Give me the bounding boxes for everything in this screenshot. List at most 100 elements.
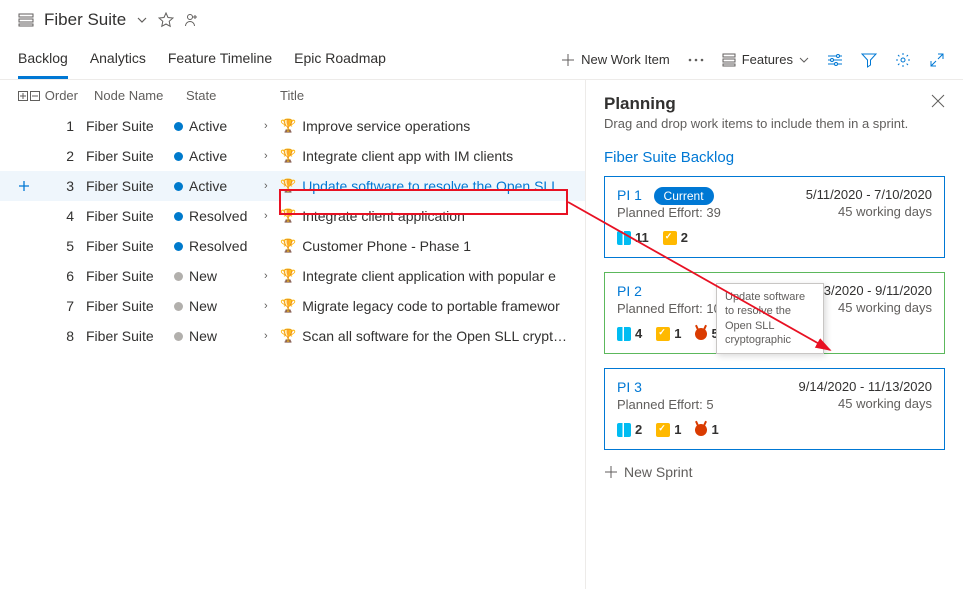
row-title[interactable]: Scan all software for the Open SLL crypt… xyxy=(302,328,567,344)
filter-icon[interactable] xyxy=(861,52,877,68)
row-state: New xyxy=(174,268,264,284)
row-node: Fiber Suite xyxy=(86,268,174,284)
chevron-down-icon[interactable] xyxy=(136,14,148,26)
row-order: 3 xyxy=(40,178,86,194)
feature-icon: 🏆 xyxy=(280,298,296,314)
table-row[interactable]: 7 Fiber Suite New › 🏆 Migrate legacy cod… xyxy=(0,291,585,321)
table-row[interactable]: 4 Fiber Suite Resolved › 🏆 Integrate cli… xyxy=(0,201,585,231)
sprint-dates: 9/14/2020 - 11/13/2020 xyxy=(799,379,933,394)
row-state: Active xyxy=(174,178,264,194)
drag-preview: Update software to resolve the Open SLL … xyxy=(716,283,824,354)
sprint-effort: Planned Effort: 10 xyxy=(617,301,721,316)
chevron-right-icon[interactable]: › xyxy=(264,150,274,162)
sprint-name[interactable]: PI 2 xyxy=(617,283,642,299)
row-title[interactable]: Integrate client application xyxy=(302,208,465,224)
feature-icon: 🏆 xyxy=(280,118,296,134)
sprint-card[interactable]: PI 3 Planned Effort: 5 9/14/2020 - 11/13… xyxy=(604,368,945,450)
collapse-all-icon[interactable] xyxy=(30,91,40,101)
row-state: Active xyxy=(174,118,264,134)
features-label: Features xyxy=(742,52,793,67)
sprint-name[interactable]: PI 1 xyxy=(617,187,642,203)
col-order[interactable]: Order xyxy=(44,88,90,103)
more-icon[interactable] xyxy=(688,58,704,62)
table-row[interactable]: 2 Fiber Suite Active › 🏆 Integrate clien… xyxy=(0,141,585,171)
chevron-down-icon xyxy=(799,55,809,65)
tab-epic-roadmap[interactable]: Epic Roadmap xyxy=(294,40,386,79)
bug-count-icon xyxy=(695,328,707,340)
feature-count-icon xyxy=(617,423,631,437)
feature-icon: 🏆 xyxy=(280,148,296,164)
chevron-right-icon[interactable]: › xyxy=(264,300,274,312)
settings-sliders-icon[interactable] xyxy=(827,52,843,68)
sprint-effort: Planned Effort: 5 xyxy=(617,397,714,412)
table-row[interactable]: 6 Fiber Suite New › 🏆 Integrate client a… xyxy=(0,261,585,291)
row-title[interactable]: Update software to resolve the Open SLL xyxy=(302,178,559,194)
column-headers: Order Node Name State Title xyxy=(0,80,585,111)
row-order: 8 xyxy=(40,328,86,344)
feature-count-icon xyxy=(617,231,631,245)
backlog-link[interactable]: Fiber Suite Backlog xyxy=(604,149,945,166)
table-row[interactable]: 5 Fiber Suite Resolved 🏆 Customer Phone … xyxy=(0,231,585,261)
backlog-grid: Order Node Name State Title 1 Fiber Suit… xyxy=(0,80,585,589)
chevron-right-icon[interactable]: › xyxy=(264,180,274,192)
row-state: Resolved xyxy=(174,238,264,254)
new-sprint-button[interactable]: New Sprint xyxy=(604,464,945,480)
chevron-right-icon[interactable]: › xyxy=(264,270,274,282)
tab-feature-timeline[interactable]: Feature Timeline xyxy=(168,40,272,79)
page-title: Fiber Suite xyxy=(44,10,126,30)
row-order: 4 xyxy=(40,208,86,224)
table-row[interactable]: 1 Fiber Suite Active › 🏆 Improve service… xyxy=(0,111,585,141)
plus-icon xyxy=(561,53,575,67)
expand-all-icon[interactable] xyxy=(18,91,28,101)
star-icon[interactable] xyxy=(158,12,174,28)
feature-icon: 🏆 xyxy=(280,208,296,224)
tab-analytics[interactable]: Analytics xyxy=(90,40,146,79)
sprint-dates: 7/13/2020 - 9/11/2020 xyxy=(806,283,932,298)
col-node[interactable]: Node Name xyxy=(94,88,182,103)
sprint-days: 45 working days xyxy=(799,396,933,411)
sprint-name[interactable]: PI 3 xyxy=(617,379,642,395)
sprint-effort: Planned Effort: 39 xyxy=(617,205,721,220)
row-node: Fiber Suite xyxy=(86,328,174,344)
chevron-right-icon[interactable]: › xyxy=(264,210,274,222)
fullscreen-icon[interactable] xyxy=(929,52,945,68)
task-count-icon xyxy=(656,327,670,341)
row-order: 5 xyxy=(40,238,86,254)
row-title[interactable]: Customer Phone - Phase 1 xyxy=(302,238,471,254)
row-title[interactable]: Integrate client app with IM clients xyxy=(302,148,513,164)
row-title[interactable]: Integrate client application with popula… xyxy=(302,268,556,284)
table-row[interactable]: 3 Fiber Suite Active › 🏆 Update software… xyxy=(0,171,585,201)
feature-icon: 🏆 xyxy=(280,178,296,194)
bug-count-icon xyxy=(695,424,707,436)
table-row[interactable]: 8 Fiber Suite New › 🏆 Scan all software … xyxy=(0,321,585,351)
new-sprint-label: New Sprint xyxy=(624,464,692,480)
col-state[interactable]: State xyxy=(186,88,276,103)
sprint-card[interactable]: PI 1 Current Planned Effort: 39 5/11/202… xyxy=(604,176,945,258)
tab-backlog[interactable]: Backlog xyxy=(18,40,68,79)
people-icon[interactable] xyxy=(184,12,200,28)
page-header: Fiber Suite xyxy=(0,0,963,40)
new-work-item-label: New Work Item xyxy=(581,52,670,67)
feature-count-icon xyxy=(617,327,631,341)
row-node: Fiber Suite xyxy=(86,208,174,224)
feature-icon: 🏆 xyxy=(280,268,296,284)
plus-icon xyxy=(604,465,618,479)
feature-icon: 🏆 xyxy=(280,328,296,344)
row-title[interactable]: Migrate legacy code to portable framewor xyxy=(302,298,560,314)
sprint-dates: 5/11/2020 - 7/10/2020 xyxy=(806,187,932,202)
row-node: Fiber Suite xyxy=(86,238,174,254)
chevron-right-icon[interactable]: › xyxy=(264,120,274,132)
row-node: Fiber Suite xyxy=(86,118,174,134)
sprint-counts: 211 xyxy=(617,422,932,437)
row-title[interactable]: Improve service operations xyxy=(302,118,470,134)
gear-icon[interactable] xyxy=(895,52,911,68)
col-title[interactable]: Title xyxy=(280,88,567,103)
planning-panel: Planning Drag and drop work items to inc… xyxy=(585,80,963,589)
feature-icon: 🏆 xyxy=(280,238,296,254)
close-icon[interactable] xyxy=(931,94,945,108)
new-work-item-button[interactable]: New Work Item xyxy=(561,52,670,67)
current-badge: Current xyxy=(654,187,714,205)
chevron-right-icon[interactable]: › xyxy=(264,330,274,342)
sprint-card[interactable]: PI 2 Planned Effort: 10 7/13/2020 - 9/11… xyxy=(604,272,945,354)
features-dropdown[interactable]: Features xyxy=(722,52,809,67)
